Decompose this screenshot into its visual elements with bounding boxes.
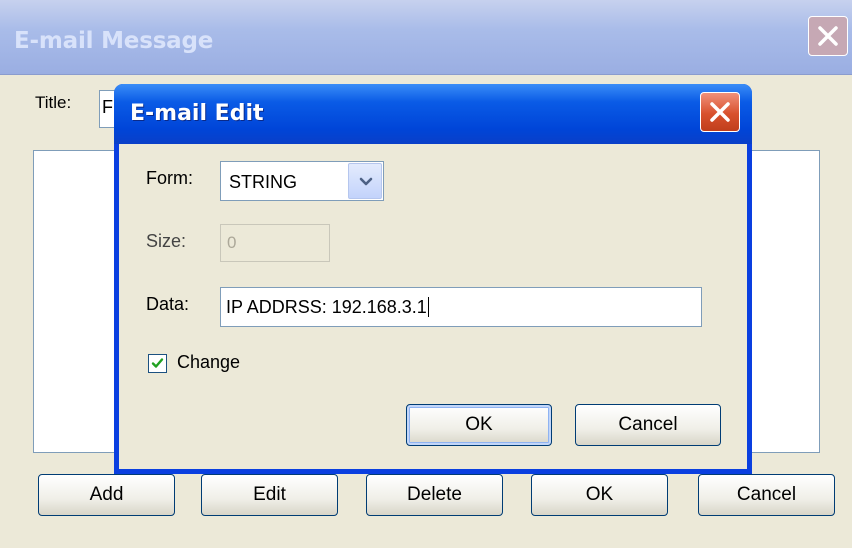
ok-button[interactable]: OK (531, 474, 668, 516)
close-icon (818, 26, 838, 46)
delete-button[interactable]: Delete (366, 474, 503, 516)
dialog-client: Form: STRING Size: 0 Data: IP ADDRSS: 19… (119, 144, 747, 469)
form-select-value: STRING (229, 172, 298, 192)
title-label: Title: (35, 93, 72, 112)
form-select-dropdown-button[interactable] (348, 163, 382, 199)
data-field-value: IP ADDRSS: 192.168.3.1 (226, 297, 427, 317)
text-caret (427, 297, 429, 317)
change-label[interactable]: Change (177, 352, 240, 373)
close-icon (710, 102, 730, 122)
form-label: Form: (146, 168, 193, 188)
outer-window-title: E-mail Message (14, 28, 214, 54)
size-label: Size: (146, 231, 187, 251)
edit-button[interactable]: Edit (201, 474, 338, 516)
dialog-ok-button[interactable]: OK (406, 404, 552, 446)
outer-title-bar[interactable]: E-mail Message (0, 0, 852, 75)
data-label: Data: (146, 294, 190, 314)
change-checkbox[interactable] (148, 354, 167, 373)
outer-close-button[interactable] (808, 16, 848, 56)
dialog-title: E-mail Edit (130, 101, 264, 126)
dialog-close-button[interactable] (700, 92, 740, 132)
checkmark-icon (151, 358, 164, 368)
dialog-title-bar[interactable]: E-mail Edit (114, 84, 752, 144)
chevron-down-icon (359, 177, 373, 186)
size-field: 0 (220, 224, 330, 262)
add-button[interactable]: Add (38, 474, 175, 516)
data-field[interactable]: IP ADDRSS: 192.168.3.1 (220, 287, 702, 327)
cancel-button[interactable]: Cancel (698, 474, 835, 516)
form-select[interactable]: STRING (220, 161, 384, 201)
email-edit-dialog: E-mail Edit Form: STRING Size: 0 Data: I… (114, 84, 752, 474)
dialog-cancel-button[interactable]: Cancel (575, 404, 721, 446)
